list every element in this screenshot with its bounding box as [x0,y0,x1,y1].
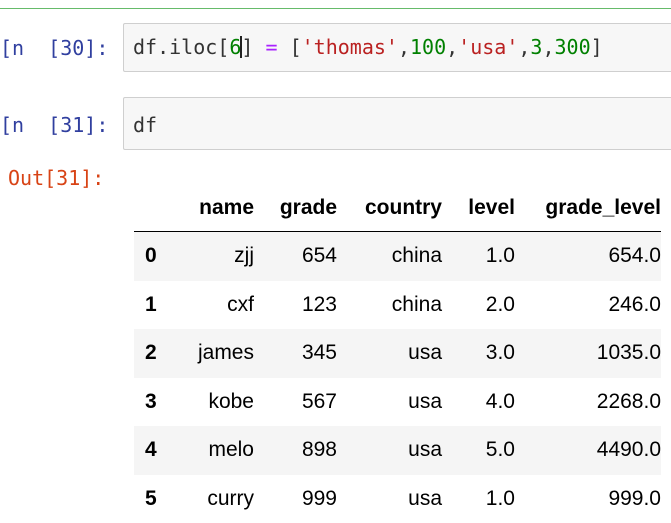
cell-level: 3.0 [485,341,515,365]
cell-country: usa [408,341,442,365]
cell-name: kobe [208,389,254,413]
code-token: = [253,35,290,59]
cell-level: 5.0 [485,438,515,462]
code-token: , [397,35,410,59]
table-row: 1 cxf 123 china 2.0 246.0 [134,281,661,330]
input-prompt-30: [n [30]: [0,36,109,60]
cell-grade-level: 999.0 [608,486,661,510]
row-index: 2 [145,341,157,365]
selected-cell-border [0,8,671,9]
code-token: , [542,35,555,59]
row-index: 4 [145,438,157,462]
cell-grade: 123 [301,292,337,316]
code-token: 3 [530,35,543,59]
table-row: 0 zjj 654 china 1.0 654.0 [134,231,661,281]
cell-grade-level: 654.0 [608,244,661,268]
code-token: 'thomas' [301,35,398,59]
cell-country: china [391,244,442,268]
code-cell-30[interactable]: df.iloc[6] = ['thomas',100,'usa',3,300] [123,23,671,72]
cell-name: cxf [227,292,254,316]
code-token: , [446,35,459,59]
cell-grade-level: 1035.0 [596,341,661,365]
output-prompt-31: Out[31]: [8,166,105,190]
input-prompt-31: [n [31]: [0,113,109,137]
code-editor-31[interactable]: df [133,113,157,137]
cell-grade-level: 4490.0 [596,438,661,462]
code-token: , [518,35,531,59]
cell-country: usa [408,389,442,413]
cell-level: 1.0 [485,486,515,510]
column-header-name: name [183,184,254,232]
row-index: 5 [145,486,157,510]
cell-country: usa [408,438,442,462]
code-token: 'usa' [458,35,519,59]
dataframe-table: name grade country level grade_level 0 z… [134,184,661,523]
row-index: 3 [145,389,157,413]
cell-country: china [391,292,442,316]
column-header-country: country [337,184,442,232]
column-header-grade-level: grade_level [515,184,661,232]
code-token: ] [241,35,254,59]
cell-name: james [197,341,254,365]
code-token: [ [217,35,230,59]
code-token: df.iloc [133,35,218,59]
cell-country: usa [408,486,442,510]
table-row: 3 kobe 567 usa 4.0 2268.0 [134,378,661,427]
index-header [134,184,183,232]
cell-grade-level: 246.0 [608,292,661,316]
code-token: 300 [554,35,591,59]
column-header-grade: grade [254,184,337,232]
cell-grade: 345 [301,341,337,365]
table-header-row: name grade country level grade_level [134,184,661,232]
row-index: 0 [145,244,157,268]
row-index: 1 [145,292,157,316]
cell-grade-level: 2268.0 [596,389,661,413]
cell-level: 1.0 [485,244,515,268]
code-token: 100 [409,35,447,59]
table-row: 4 melo 898 usa 5.0 4490.0 [134,426,661,475]
column-header-level: level [442,184,515,232]
cell-grade: 898 [301,438,337,462]
table-row: 2 james 345 usa 3.0 1035.0 [134,329,661,378]
code-token: [ [289,35,302,59]
cell-name: zjj [234,244,254,268]
code-cell-31[interactable]: df [123,97,671,150]
cell-name: curry [207,486,254,510]
cell-level: 4.0 [485,389,515,413]
code-editor-30[interactable]: df.iloc[6] = ['thomas',100,'usa',3,300] [133,35,603,59]
cell-level: 2.0 [485,292,515,316]
code-token: ] [590,35,603,59]
cell-grade: 567 [301,389,337,413]
cell-name: melo [208,438,254,462]
cell-grade: 999 [301,486,337,510]
table-row: 5 curry 999 usa 1.0 999.0 [134,475,661,523]
cell-grade: 654 [301,244,337,268]
